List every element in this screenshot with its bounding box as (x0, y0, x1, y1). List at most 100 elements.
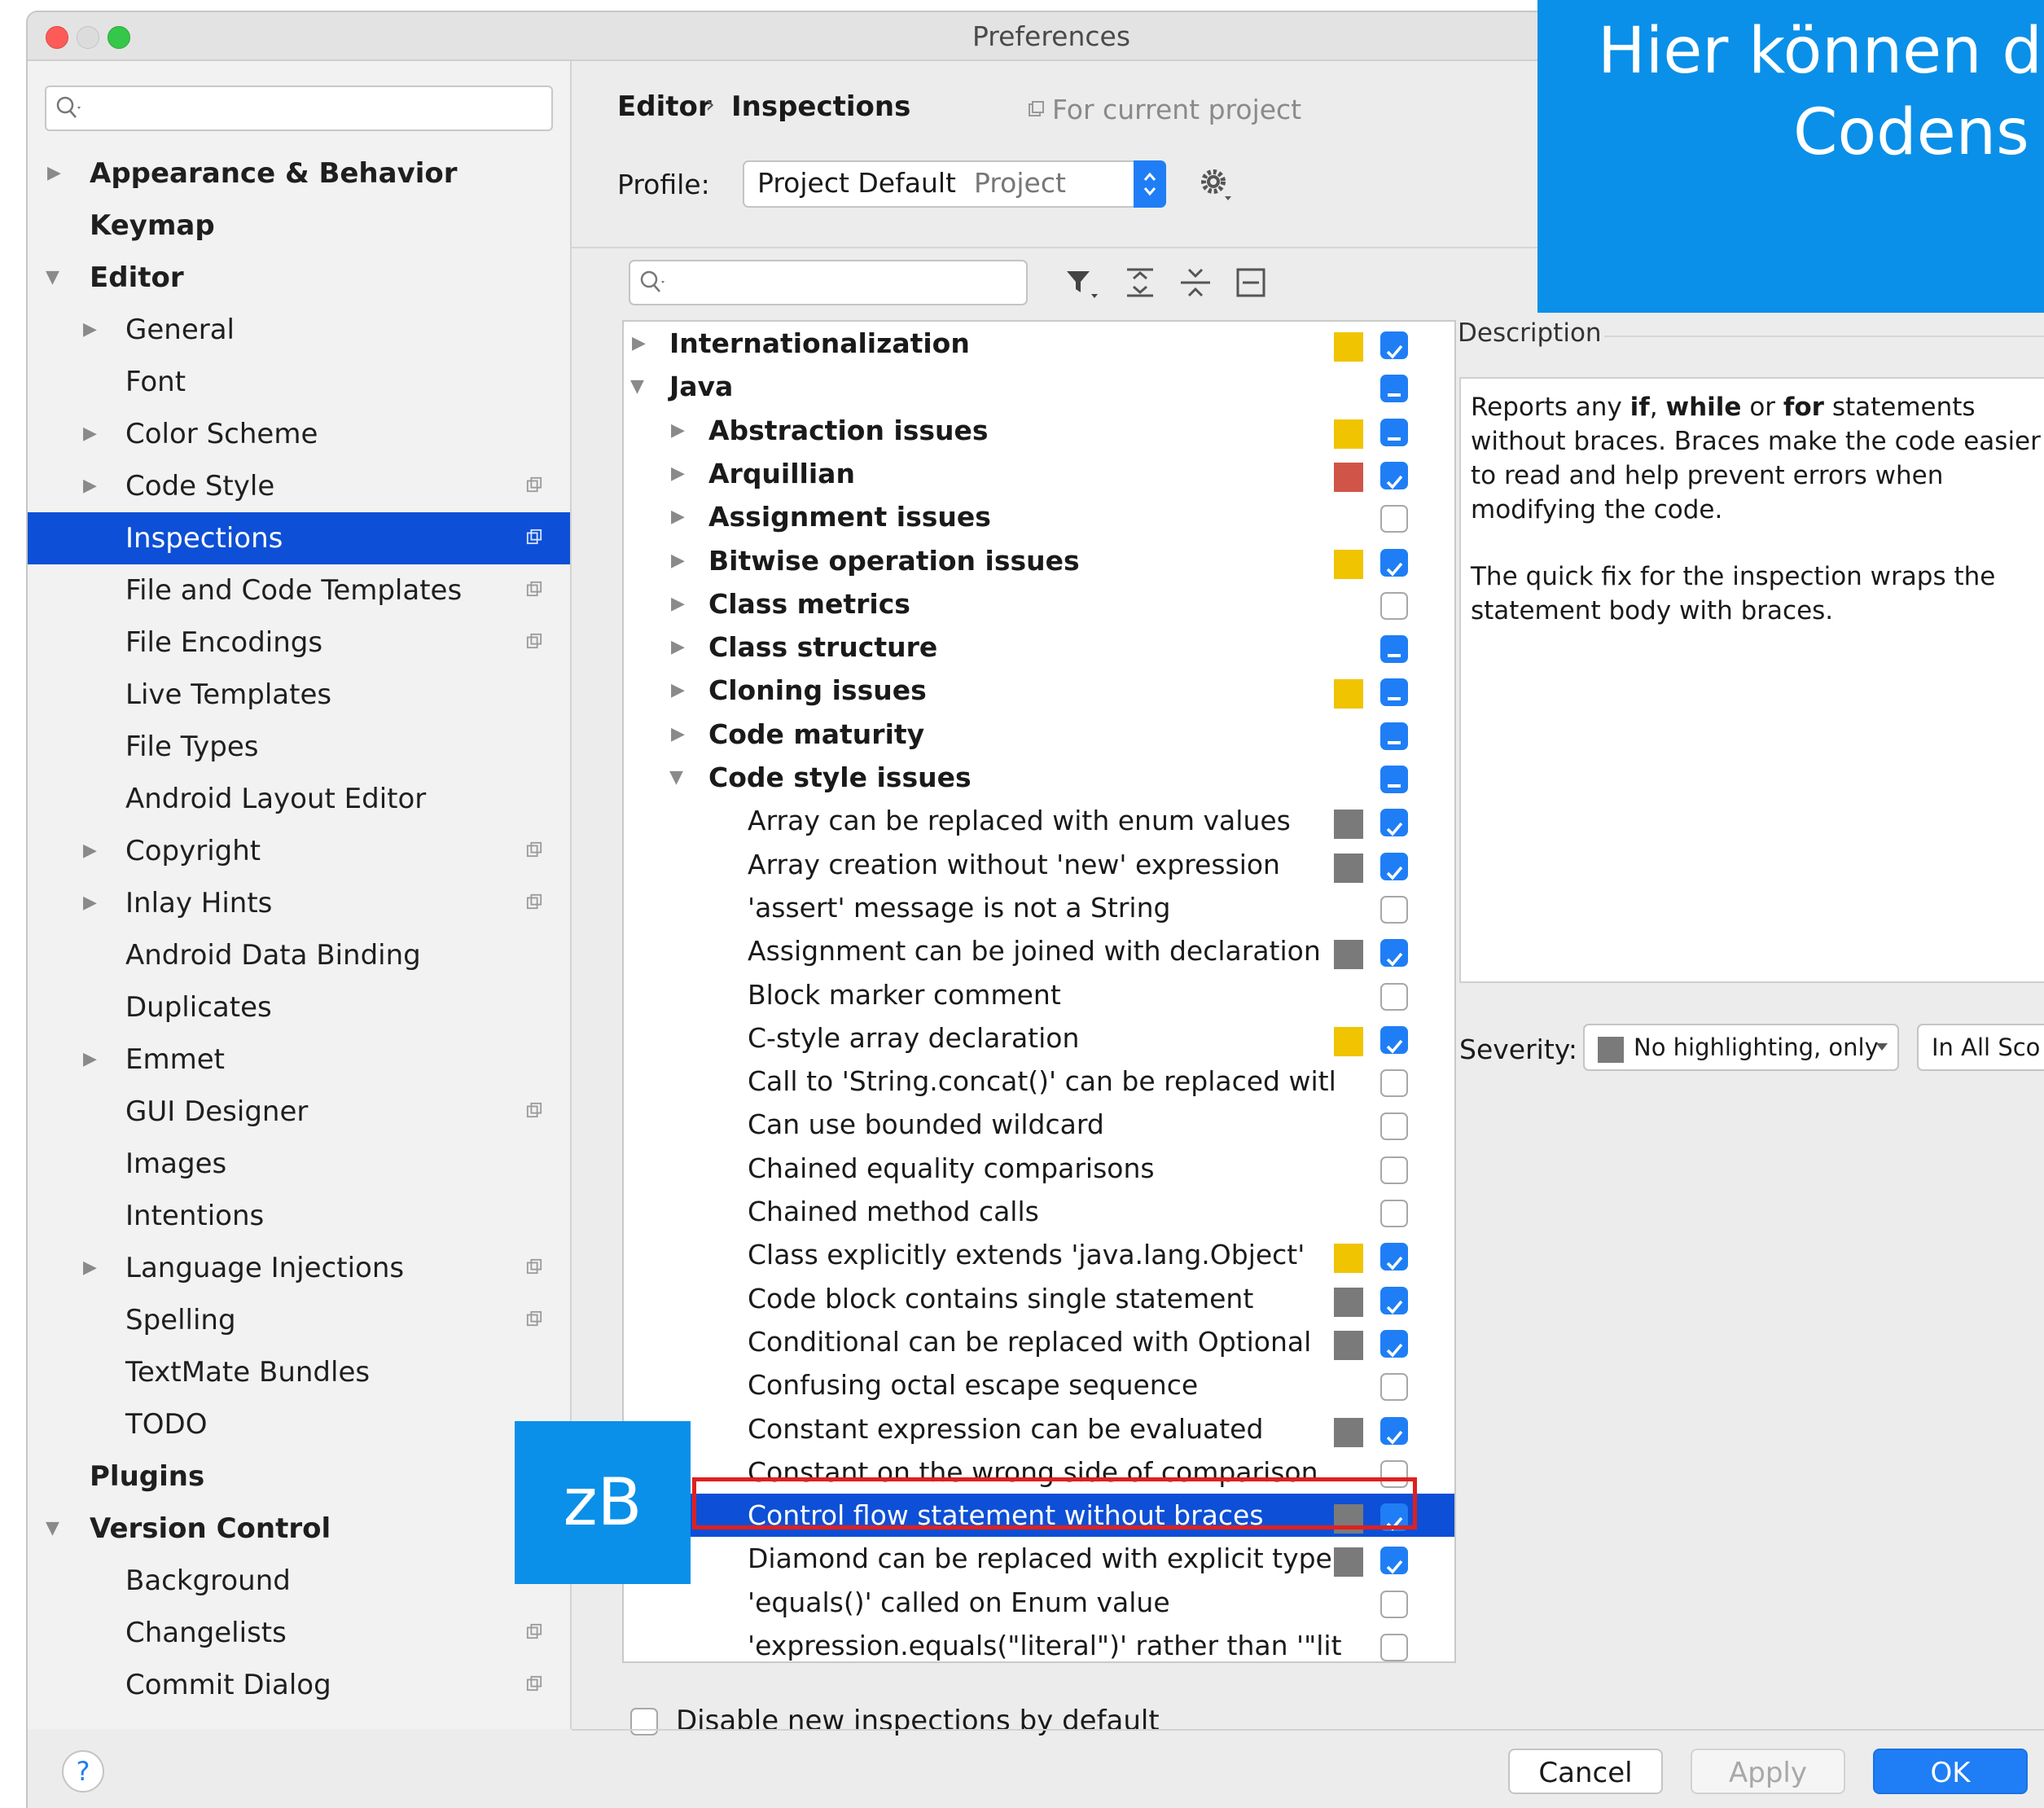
chevron-right-icon[interactable]: ▶ (83, 825, 97, 877)
inspections-filter-input[interactable] (629, 260, 1028, 305)
sidebar-item-copyright[interactable]: ▶ Copyright (28, 825, 570, 877)
chevron-right-icon[interactable]: ▶ (83, 460, 97, 512)
inspection-row[interactable]: Chained equality comparisons (624, 1147, 1454, 1190)
sidebar-item-code-style[interactable]: ▶ Code Style (28, 460, 570, 512)
inspection-checkbox[interactable] (1380, 1547, 1408, 1575)
chevron-down-icon[interactable]: ▼ (630, 365, 644, 408)
chevron-right-icon[interactable]: ▶ (671, 669, 685, 712)
sidebar-item-changelists[interactable]: Changelists (28, 1607, 570, 1659)
sidebar-item-emmet[interactable]: ▶ Emmet (28, 1033, 570, 1086)
inspection-row[interactable]: Chained method calls (624, 1190, 1454, 1233)
inspection-checkbox[interactable] (1380, 1025, 1408, 1054)
inspection-checkbox[interactable] (1380, 722, 1408, 750)
gear-icon[interactable] (1197, 165, 1235, 203)
sidebar-item-color-scheme[interactable]: ▶ Color Scheme (28, 408, 570, 460)
inspection-checkbox[interactable] (1380, 1200, 1408, 1227)
inspection-row[interactable]: Array creation without 'new' expression (624, 843, 1454, 886)
inspection-row[interactable]: ▶ Assignment issues (624, 495, 1454, 538)
chevron-down-icon[interactable]: ▼ (46, 252, 59, 304)
inspection-checkbox[interactable] (1380, 766, 1408, 793)
sidebar-item-background[interactable]: Background (28, 1555, 570, 1607)
sidebar-item-duplicates[interactable]: Duplicates (28, 981, 570, 1033)
sidebar-item-textmate-bundles[interactable]: TextMate Bundles (28, 1346, 570, 1398)
inspection-row[interactable]: Code block contains single statement (624, 1277, 1454, 1320)
inspection-row[interactable]: ▶ Class structure (624, 625, 1454, 669)
scope-select[interactable]: In All Sco (1917, 1024, 2044, 1071)
chevron-right-icon[interactable]: ▶ (632, 322, 646, 365)
chevron-right-icon[interactable]: ▶ (671, 452, 685, 495)
cancel-button[interactable]: Cancel (1508, 1749, 1663, 1794)
inspection-row[interactable]: 'equals()' called on Enum value (624, 1581, 1454, 1624)
inspection-checkbox[interactable] (1380, 505, 1408, 533)
inspection-row[interactable]: ▶ Code maturity (624, 713, 1454, 756)
inspection-row[interactable]: Class explicitly extends 'java.lang.Obje… (624, 1233, 1454, 1276)
inspection-row[interactable]: Can use bounded wildcard (624, 1103, 1454, 1146)
chevron-right-icon[interactable]: ▶ (83, 304, 97, 356)
chevron-down-icon[interactable]: ▼ (669, 756, 683, 799)
breadcrumb-editor[interactable]: Editor (617, 90, 712, 123)
severity-select[interactable]: No highlighting, only (1583, 1024, 1899, 1071)
sidebar-item-language-injections[interactable]: ▶ Language Injections (28, 1242, 570, 1294)
sidebar-item-todo[interactable]: TODO (28, 1398, 570, 1450)
collapse-all-icon[interactable] (1178, 265, 1213, 301)
sidebar-item-intentions[interactable]: Intentions (28, 1190, 570, 1242)
inspection-row[interactable]: Conditional can be replaced with Optiona… (624, 1320, 1454, 1363)
inspection-checkbox[interactable] (1380, 1416, 1408, 1445)
inspection-row[interactable]: ▶ Abstraction issues (624, 409, 1454, 452)
inspection-checkbox[interactable] (1380, 1590, 1408, 1618)
sidebar-item-inspections[interactable]: Inspections (28, 512, 570, 564)
inspection-checkbox[interactable] (1380, 635, 1408, 664)
chevron-right-icon[interactable]: ▶ (83, 1242, 97, 1294)
sidebar-item-android-data-binding[interactable]: Android Data Binding (28, 929, 570, 981)
sidebar-item-live-templates[interactable]: Live Templates (28, 669, 570, 721)
help-button[interactable]: ? (62, 1750, 104, 1793)
inspection-checkbox[interactable] (1380, 1156, 1408, 1184)
sidebar-item-version-control[interactable]: ▼ Version Control (28, 1503, 570, 1555)
expand-all-icon[interactable] (1122, 265, 1158, 301)
sidebar-item-general[interactable]: ▶ General (28, 304, 570, 356)
sidebar-item-file-and-code-templates[interactable]: File and Code Templates (28, 564, 570, 617)
inspections-tree[interactable]: ▶ Internationalization ▼ Java ▶ Abstraction i… (622, 320, 1456, 1663)
chevron-right-icon[interactable]: ▶ (83, 877, 97, 929)
disable-new-inspections-checkbox[interactable] (630, 1708, 658, 1736)
settings-search-input[interactable] (45, 86, 553, 131)
chevron-right-icon[interactable]: ▶ (671, 625, 685, 669)
sidebar-item-spelling[interactable]: Spelling (28, 1294, 570, 1346)
sidebar-item-font[interactable]: Font (28, 356, 570, 408)
inspection-checkbox[interactable] (1380, 418, 1408, 446)
inspection-checkbox[interactable] (1380, 982, 1408, 1011)
chevron-down-icon[interactable]: ▼ (46, 1503, 59, 1555)
inspection-row[interactable]: ▶ Class metrics (624, 582, 1454, 625)
inspection-row[interactable]: Confusing octal escape sequence (624, 1363, 1454, 1406)
inspection-row[interactable]: ▼ Java (624, 365, 1454, 408)
inspection-row[interactable]: ▶ Bitwise operation issues (624, 539, 1454, 582)
sidebar-item-commit-dialog[interactable]: Commit Dialog (28, 1659, 570, 1711)
chevron-right-icon[interactable]: ▶ (671, 495, 685, 538)
sidebar-item-images[interactable]: Images (28, 1138, 570, 1190)
chevron-right-icon[interactable]: ▶ (671, 409, 685, 452)
inspection-checkbox[interactable] (1380, 1329, 1408, 1358)
inspection-row[interactable]: Diamond can be replaced with explicit ty… (624, 1537, 1454, 1580)
inspection-row[interactable]: 'expression.equals("literal")' rather th… (624, 1624, 1454, 1661)
chevron-right-icon[interactable]: ▶ (83, 408, 97, 460)
sidebar-item-appearance-behavior[interactable]: ▶ Appearance & Behavior (28, 147, 570, 200)
sidebar-item-android-layout-editor[interactable]: Android Layout Editor (28, 773, 570, 825)
inspection-checkbox[interactable] (1380, 678, 1408, 707)
reset-icon[interactable] (1233, 265, 1269, 301)
inspection-checkbox[interactable] (1380, 1112, 1408, 1141)
chevron-right-icon[interactable]: ▶ (671, 582, 685, 625)
sidebar-item-inlay-hints[interactable]: ▶ Inlay Hints (28, 877, 570, 929)
inspection-row[interactable]: ▼ Code style issues (624, 756, 1454, 799)
sidebar-item-plugins[interactable]: Plugins (28, 1450, 570, 1503)
inspection-row[interactable]: Block marker comment (624, 973, 1454, 1016)
inspection-row[interactable]: C-style array declaration (624, 1016, 1454, 1060)
sidebar-item-file-types[interactable]: File Types (28, 721, 570, 773)
inspection-row[interactable]: Call to 'String.concat()' can be replace… (624, 1060, 1454, 1103)
chevron-right-icon[interactable]: ▶ (671, 713, 685, 756)
inspection-checkbox[interactable] (1380, 1286, 1408, 1314)
chevron-right-icon[interactable]: ▶ (671, 539, 685, 582)
sidebar-item-editor[interactable]: ▼ Editor (28, 252, 570, 304)
inspection-row[interactable]: ▶ Arquillian (624, 452, 1454, 495)
inspection-checkbox[interactable] (1380, 461, 1408, 489)
inspection-checkbox[interactable] (1380, 939, 1408, 968)
